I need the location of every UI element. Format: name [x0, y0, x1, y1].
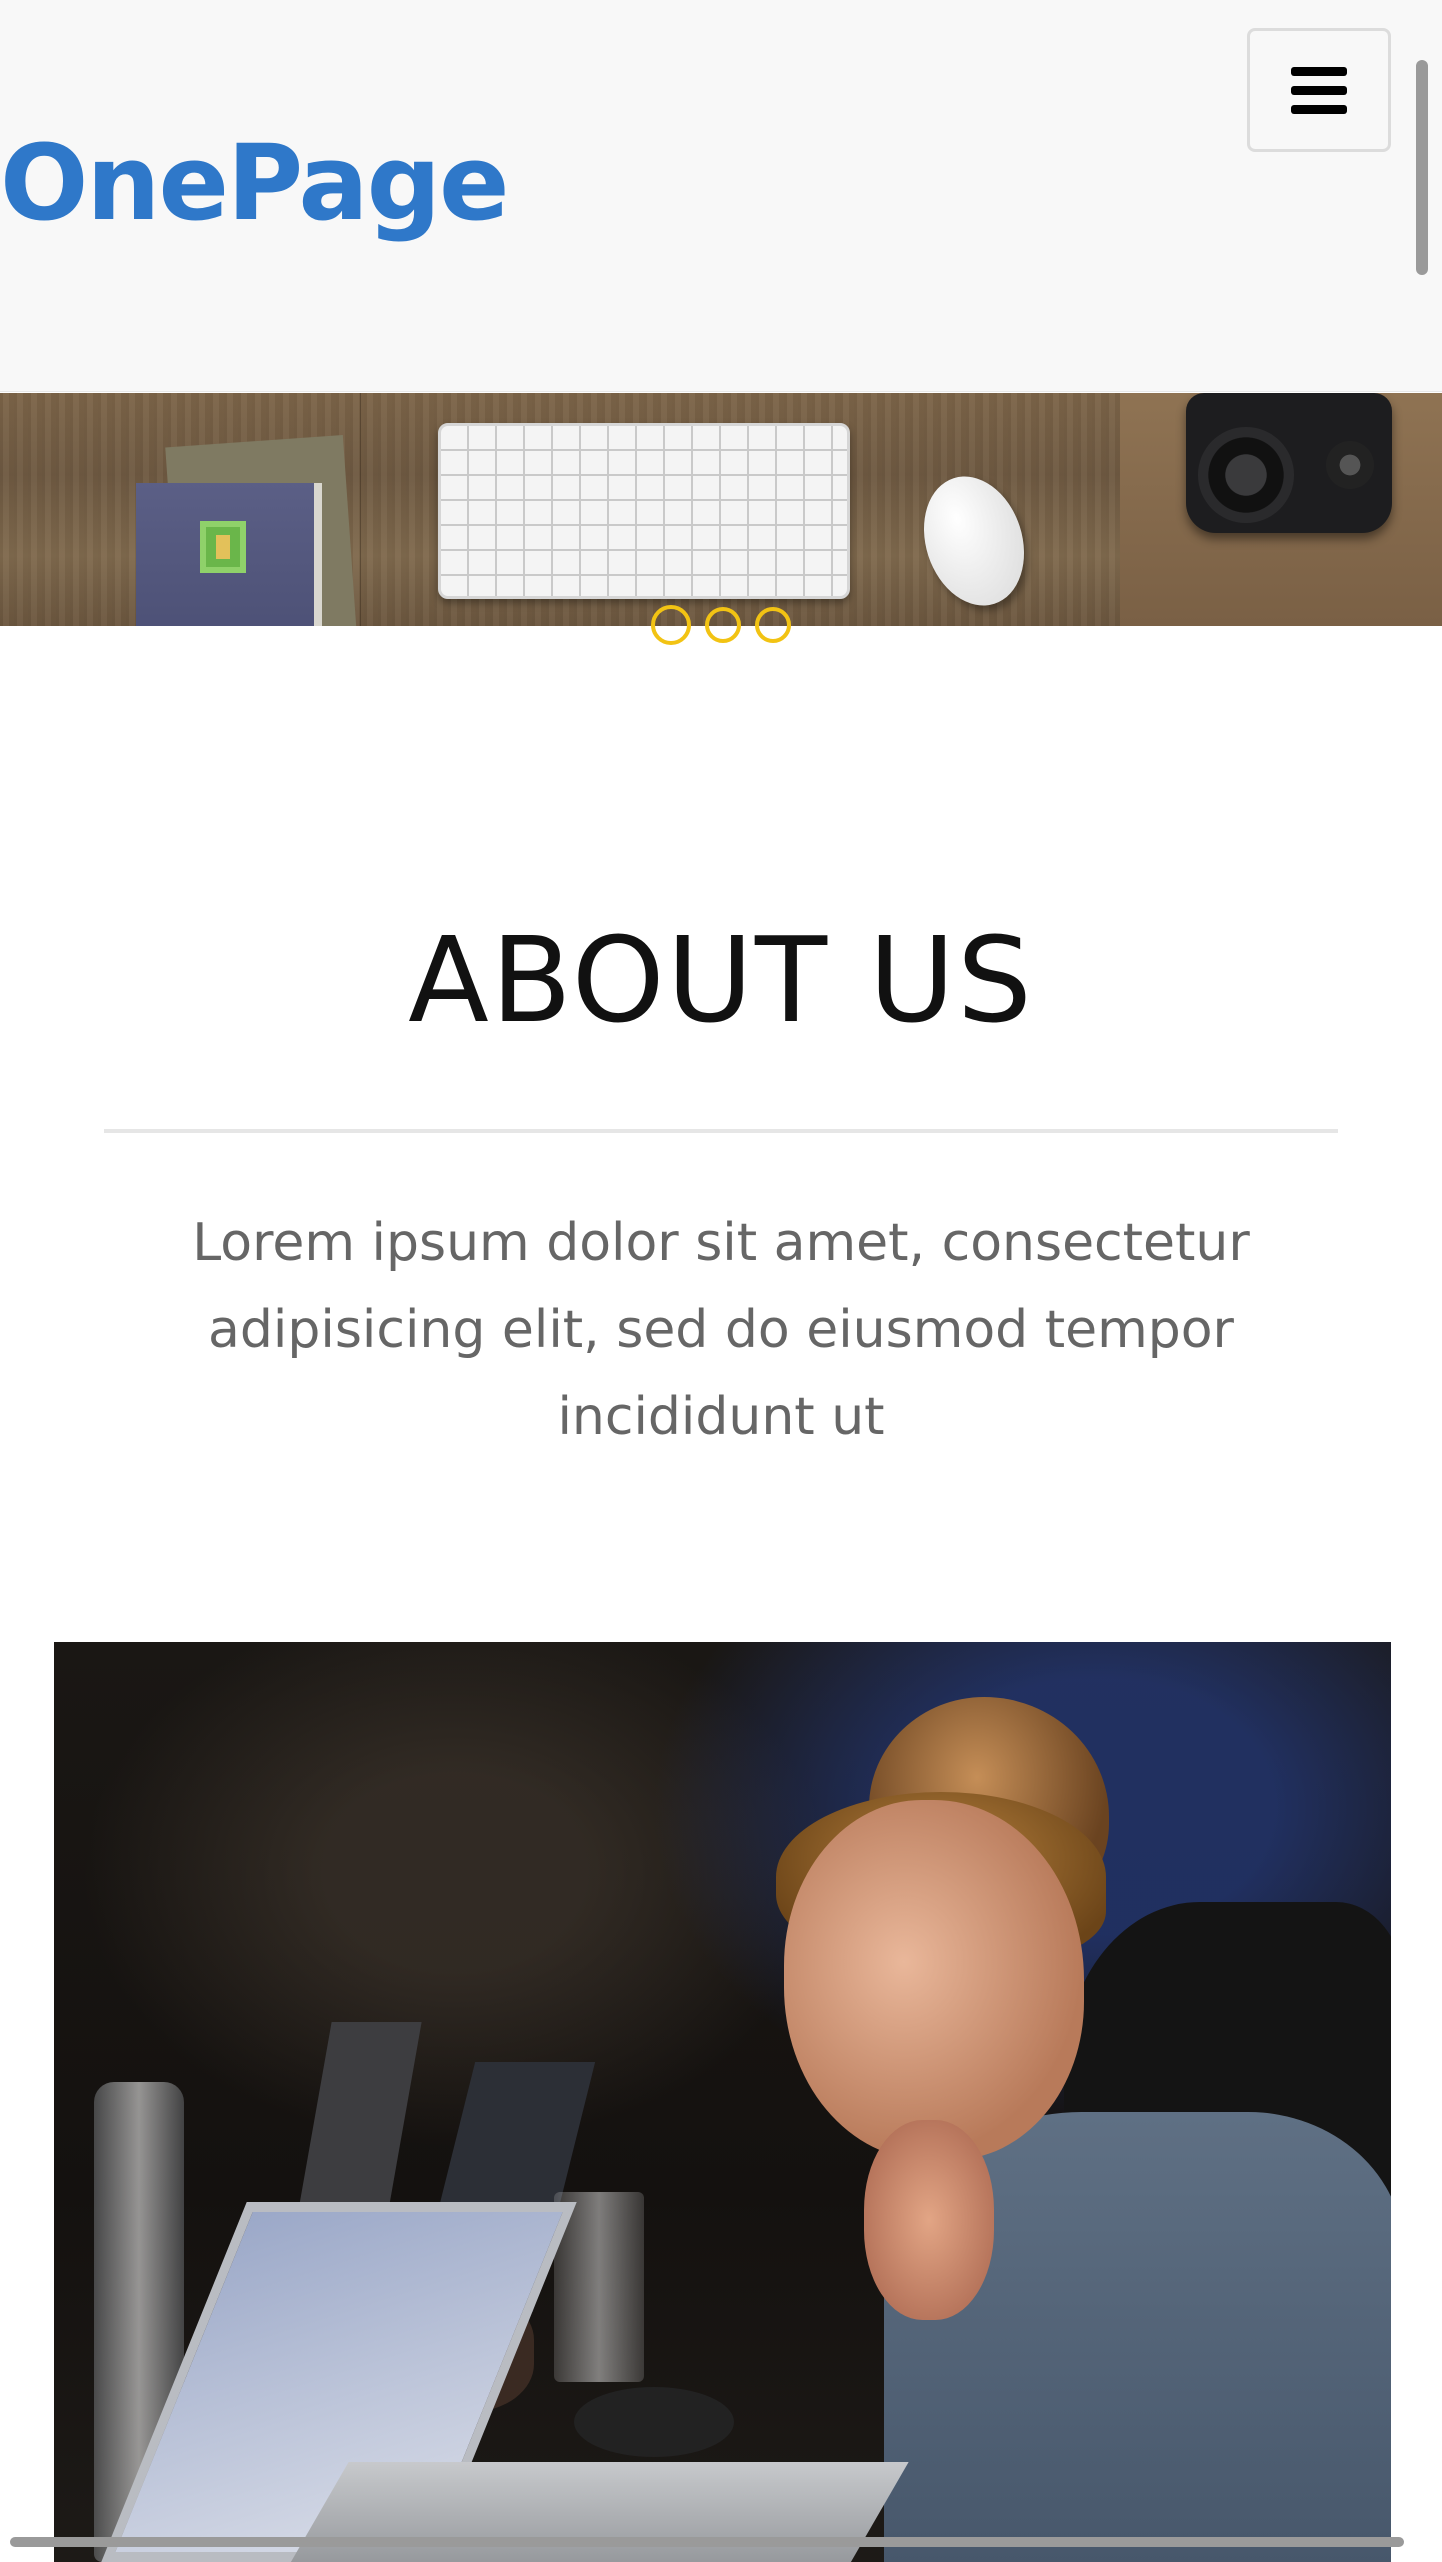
- notebook-logo-icon: [200, 521, 246, 573]
- horizontal-scrollbar[interactable]: [10, 2537, 1404, 2547]
- menu-toggle-button[interactable]: [1247, 28, 1391, 152]
- hamburger-menu-icon: [1291, 66, 1347, 76]
- notebook-image: [136, 483, 322, 626]
- brand-logo-link[interactable]: OnePage: [0, 118, 510, 248]
- about-photo: [54, 1642, 1391, 2562]
- navbar: OnePage: [0, 0, 1442, 392]
- hamburger-menu-icon-bar: [1291, 104, 1347, 114]
- photo-laptop: [296, 2022, 422, 2222]
- slider-dot-1[interactable]: [651, 605, 691, 645]
- photo-laptop-base: [279, 2462, 909, 2562]
- scrollbar-thumb[interactable]: [1416, 60, 1428, 275]
- keyboard-image: [438, 423, 850, 599]
- photo-person-hand: [864, 2120, 994, 2320]
- about-description: Lorem ipsum dolor sit amet, consectetur …: [192, 1213, 1250, 1447]
- photo-mouse: [574, 2387, 734, 2457]
- about-title: ABOUT US: [408, 911, 1034, 1049]
- wood-plank-seam: [360, 393, 361, 626]
- mouse-image: [907, 463, 1041, 619]
- hamburger-menu-icon-bar: [1291, 85, 1347, 95]
- slider-dot-2[interactable]: [705, 607, 741, 643]
- photo-person-face: [784, 1800, 1084, 2160]
- slider-pagination: [0, 605, 1442, 647]
- camera-lens-icon: [1198, 427, 1294, 523]
- hero-slider[interactable]: [0, 393, 1442, 626]
- section-divider: [104, 1129, 1338, 1133]
- camera-dial-icon: [1326, 441, 1374, 489]
- camera-image: [1186, 393, 1392, 533]
- slider-dot-3[interactable]: [755, 607, 791, 643]
